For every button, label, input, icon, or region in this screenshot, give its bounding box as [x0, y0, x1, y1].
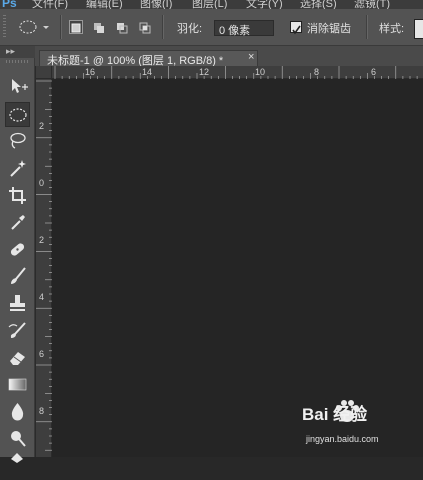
add-selection-icon: [94, 23, 104, 33]
menu-layer[interactable]: 图层(L): [192, 0, 227, 9]
crop-tool[interactable]: [5, 183, 30, 208]
ruler-ticks: [54, 66, 418, 79]
history-brush-icon: [8, 322, 26, 338]
subtract-selection-button[interactable]: [116, 21, 128, 34]
intersect-selection-button[interactable]: [139, 21, 151, 34]
move-tool[interactable]: [5, 74, 30, 99]
magic-wand-icon: [10, 160, 26, 177]
brush-icon: [11, 267, 26, 284]
ps-logo: Ps: [2, 0, 17, 9]
options-separator: [366, 15, 368, 39]
gradient-icon: [8, 378, 27, 391]
style-label: 样式:: [379, 23, 405, 35]
crop-icon: [9, 187, 26, 204]
ruler-label: 12: [199, 67, 210, 77]
history-brush-tool[interactable]: [5, 318, 30, 343]
clone-stamp-tool[interactable]: [5, 291, 30, 316]
blur-tool[interactable]: [5, 399, 30, 424]
ruler-label: 2: [39, 235, 45, 245]
menu-type[interactable]: 文字(Y): [246, 0, 283, 9]
menu-bar: Ps 文件(F) 编辑(E) 图像(I) 图层(L) 文字(Y) 选择(S) 滤…: [0, 0, 423, 9]
menu-select[interactable]: 选择(S): [300, 0, 337, 9]
stamp-icon: [10, 295, 25, 311]
move-icon: [12, 79, 28, 93]
vertical-ruler[interactable]: 2 0 2 4 6 8: [36, 79, 52, 457]
blur-drop-icon: [11, 403, 24, 421]
magic-wand-tool[interactable]: [5, 156, 30, 181]
ruler-origin[interactable]: [36, 66, 52, 79]
feather-label: 羽化:: [177, 23, 203, 35]
tools-panel-header[interactable]: ▸▸: [0, 46, 35, 58]
watermark-text: Bai 经验: [302, 405, 368, 424]
tool-preset-picker[interactable]: [16, 18, 56, 36]
style-dropdown[interactable]: [414, 19, 423, 39]
tools-panel: ▸▸: [0, 46, 35, 463]
ruler-label: 2: [39, 121, 45, 131]
menu-filter[interactable]: 滤镜(T): [354, 0, 390, 9]
checkmark-icon: [292, 25, 301, 35]
ruler-label: 14: [142, 67, 153, 77]
watermark: Bai 经验 jingyan.baidu.com: [300, 398, 420, 454]
bandage-icon: [10, 243, 25, 256]
ruler-label: 0: [39, 178, 45, 188]
ruler-label: 8: [314, 67, 320, 77]
subtract-selection-icon: [117, 23, 128, 34]
options-separator: [162, 15, 164, 39]
brush-tool[interactable]: [5, 264, 30, 289]
ruler-label: 4: [39, 292, 45, 302]
eyedropper-tool[interactable]: [5, 210, 30, 235]
elliptical-marquee-tool[interactable]: [5, 102, 30, 127]
antialias-checkbox[interactable]: [290, 21, 302, 35]
lasso-icon: [10, 132, 26, 149]
horizontal-ruler[interactable]: 16 14 12 10 8 6: [52, 66, 423, 79]
pen-icon: [11, 453, 23, 463]
close-icon[interactable]: ×: [248, 51, 254, 63]
watermark-url: jingyan.baidu.com: [306, 434, 379, 444]
ruler-label: 6: [371, 67, 377, 77]
antialias-label: 消除锯齿: [307, 23, 351, 35]
eraser-tool[interactable]: [5, 345, 30, 370]
new-selection-button[interactable]: [69, 20, 83, 34]
ellipse-marquee-icon: [9, 108, 27, 122]
ellipse-marquee-icon: [19, 20, 49, 34]
ruler-label: 6: [39, 349, 45, 359]
ruler-label: 10: [255, 67, 266, 77]
lasso-tool[interactable]: [5, 129, 30, 154]
feather-input[interactable]: 0 像素: [214, 20, 274, 37]
dodge-icon: [11, 431, 26, 447]
dodge-tool[interactable]: [5, 426, 30, 451]
ruler-label: 16: [85, 67, 96, 77]
options-separator: [60, 15, 62, 39]
new-selection-icon: [71, 23, 81, 33]
menu-image[interactable]: 图像(I): [140, 0, 172, 9]
ruler-ticks: [36, 80, 52, 451]
add-selection-button[interactable]: [93, 21, 105, 33]
menu-edit[interactable]: 编辑(E): [86, 0, 123, 9]
menu-file[interactable]: 文件(F): [32, 0, 68, 9]
collapse-icon[interactable]: ▸▸: [6, 46, 15, 57]
document-tab[interactable]: 未标题-1 @ 100% (图层 1, RGB/8) * ×: [39, 50, 258, 67]
options-bar: 羽化: 0 像素 消除锯齿 样式:: [0, 9, 423, 46]
healing-brush-tool[interactable]: [5, 237, 30, 262]
eyedropper-icon: [11, 215, 25, 230]
gradient-tool[interactable]: [5, 372, 30, 397]
tools-grip[interactable]: [6, 60, 28, 63]
intersect-selection-icon: [139, 22, 151, 34]
eraser-icon: [10, 352, 25, 365]
ruler-label: 8: [39, 406, 45, 416]
pen-tool[interactable]: [5, 450, 30, 475]
options-grip[interactable]: [3, 15, 6, 39]
